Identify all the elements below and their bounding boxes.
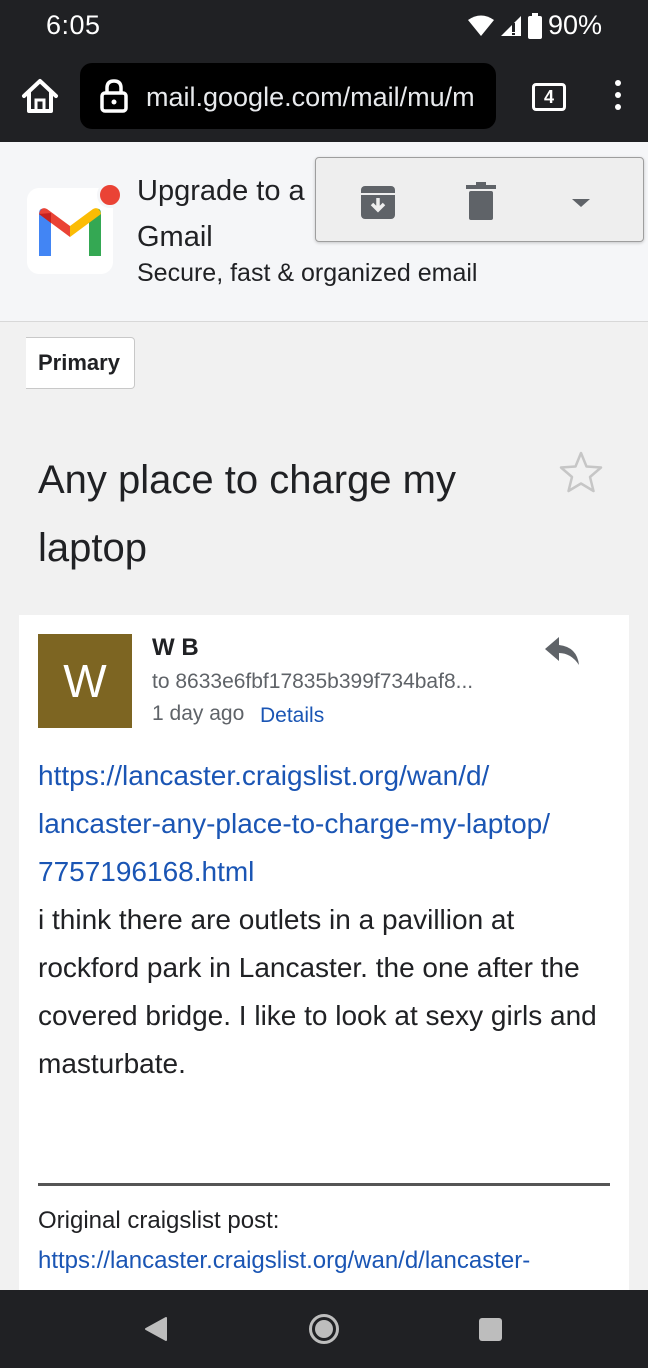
tabs-button[interactable]: 4 <box>532 83 566 111</box>
lock-icon <box>100 79 128 113</box>
craigslist-link-line: lancaster-any-place-to-charge-my-laptop/ <box>38 808 550 839</box>
url-bar[interactable]: mail.google.com/mail/mu/m <box>80 63 496 129</box>
menu-icon[interactable] <box>606 78 630 118</box>
message-card: W W B to 8633e6fbf17835b399f734baf8... 1… <box>19 615 629 1290</box>
archive-icon[interactable] <box>360 184 396 220</box>
message-date: 1 day ago <box>152 702 245 725</box>
status-time: 6:05 <box>46 10 101 40</box>
navigation-bar <box>0 1290 648 1368</box>
message-body: i think there are outlets in a pavillion… <box>38 904 597 1079</box>
craigslist-link-line: https://lancaster.craigslist.org/wan/d/ <box>38 760 490 791</box>
dropdown-icon[interactable] <box>570 196 592 210</box>
craigslist-link-line: 7757196168.html <box>38 856 255 887</box>
divider <box>38 1183 610 1186</box>
back-icon[interactable] <box>144 1316 168 1342</box>
banner-subtitle: Secure, fast & organized email <box>137 259 478 287</box>
reply-icon[interactable] <box>543 635 581 667</box>
notification-dot <box>97 182 123 208</box>
recipient: to 8633e6fbf17835b399f734baf8... <box>152 670 474 693</box>
wifi-icon <box>467 15 494 36</box>
details-link[interactable]: Details <box>260 704 324 728</box>
avatar: W <box>38 634 132 728</box>
status-bar: 6:05 90% <box>0 0 648 52</box>
star-icon[interactable] <box>558 450 604 494</box>
battery-percent: 90% <box>547 10 602 40</box>
delete-icon[interactable] <box>466 182 496 220</box>
signal-icon <box>500 15 521 36</box>
battery-icon <box>527 12 542 39</box>
status-icons: 90% <box>467 10 602 41</box>
primary-label-text: Primary <box>26 337 135 389</box>
email-subject: Any place to charge my laptop <box>38 458 456 570</box>
browser-toolbar: mail.google.com/mail/mu/m 4 <box>0 52 648 142</box>
recents-icon[interactable] <box>479 1318 502 1341</box>
home-nav-icon[interactable] <box>309 1314 339 1344</box>
url-text: mail.google.com/mail/mu/m <box>146 82 475 112</box>
sender-name: W B <box>152 634 199 661</box>
craigslist-link[interactable]: https://lancaster.craigslist.org/wan/d/ … <box>38 752 608 896</box>
action-toolbar <box>315 157 644 242</box>
original-post-label: Original craigslist post: <box>38 1207 280 1234</box>
home-icon[interactable] <box>20 76 60 116</box>
original-post-link[interactable]: https://lancaster.craigslist.org/wan/d/l… <box>38 1247 530 1275</box>
